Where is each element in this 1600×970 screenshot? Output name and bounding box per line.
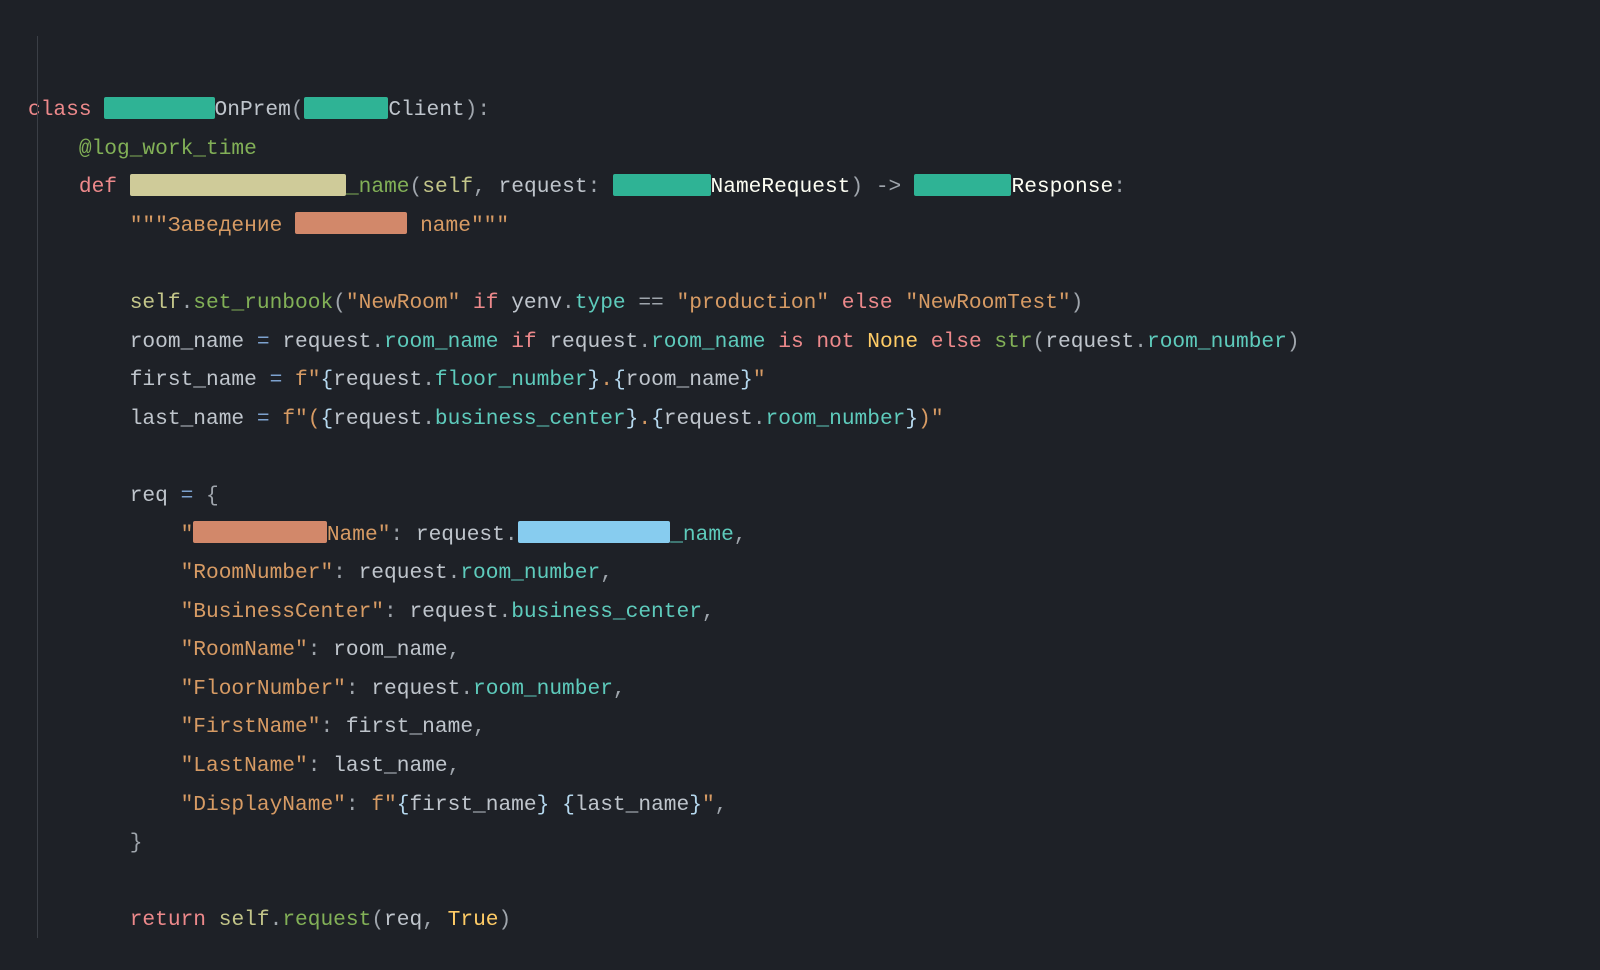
type-response: Response — [1011, 175, 1113, 199]
attr-type: type — [575, 291, 626, 315]
fstring-brace: { — [320, 368, 333, 392]
code-line: "DisplayName": f"{first_name} {last_name… — [28, 793, 727, 817]
code-line: class OnPrem(Client): — [28, 98, 490, 122]
attr-name-suffix: _name — [670, 523, 734, 547]
comma: , — [473, 175, 498, 199]
redaction-box — [193, 521, 327, 543]
dict-key-roomname: "RoomName" — [181, 638, 308, 662]
brace-open: { — [206, 484, 219, 508]
blank-line — [28, 252, 41, 276]
code-line: "RoomNumber": request.room_number, — [28, 561, 613, 585]
class-name-suffix: OnPrem — [215, 98, 291, 122]
dict-key-lastname: "LastName" — [181, 754, 308, 778]
ident-yenv: yenv — [511, 291, 562, 315]
code-line: @log_work_time — [28, 137, 257, 161]
keyword-else: else — [829, 291, 905, 315]
code-line: self.set_runbook("NewRoom" if yenv.type … — [28, 291, 1083, 315]
attr-businesscenter: business_center — [435, 407, 626, 431]
dict-key-name-suffix: Name" — [327, 523, 391, 547]
code-line: "FirstName": first_name, — [28, 715, 486, 739]
builtin-str: str — [994, 330, 1032, 354]
dict-key-displayname: "DisplayName" — [181, 793, 346, 817]
docstring-part2: name""" — [407, 214, 509, 238]
literal-none: None — [867, 330, 918, 354]
redaction-box — [914, 174, 1012, 196]
arrow: ) -> — [850, 175, 914, 199]
keyword-if: if — [498, 330, 549, 354]
code-line: req = { — [28, 484, 219, 508]
keyword-return: return — [130, 908, 206, 932]
paren-open: ( — [410, 175, 423, 199]
decorator: @log_work_time — [79, 137, 257, 161]
keyword-not: not — [816, 330, 867, 354]
dict-key-businesscenter: "BusinessCenter" — [181, 600, 384, 624]
redaction-box — [304, 97, 389, 119]
string-production: "production" — [676, 291, 829, 315]
code-line: "BusinessCenter": request.business_cente… — [28, 600, 715, 624]
close-colon: ): — [465, 98, 490, 122]
colon: : — [588, 175, 613, 199]
dict-key-roomnumber: "RoomNumber" — [181, 561, 334, 585]
dict-key-floornumber: "FloorNumber" — [181, 677, 346, 701]
redaction-box — [130, 174, 346, 196]
code-line: return self.request(req, True) — [28, 908, 511, 932]
code-line: "LastName": last_name, — [28, 754, 460, 778]
code-line: first_name = f"{request.floor_number}.{r… — [28, 368, 766, 392]
code-line: last_name = f"({request.business_center}… — [28, 407, 944, 431]
blank-line — [28, 870, 41, 894]
param-request: request — [499, 175, 588, 199]
literal-true: True — [448, 908, 499, 932]
string-newroomtest: "NewRoomTest" — [905, 291, 1070, 315]
docstring-part1: """Заведение — [130, 214, 295, 238]
attr-floornumber: floor_number — [435, 368, 588, 392]
code-line: def _name(self, request: NameRequest) ->… — [28, 175, 1126, 199]
type-namerequest: NameRequest — [711, 175, 851, 199]
attr-roomnumber: room_number — [1147, 330, 1287, 354]
dict-key-firstname: "FirstName" — [181, 715, 321, 739]
method-set-runbook: set_runbook — [193, 291, 333, 315]
keyword-is: is — [766, 330, 817, 354]
attr-roomname: room_name — [384, 330, 498, 354]
code-line: } — [28, 831, 142, 855]
code-editor[interactable]: class OnPrem(Client): @log_work_time def… — [0, 0, 1600, 970]
code-line: room_name = request.room_name if request… — [28, 330, 1300, 354]
dict-key-quote: " — [181, 523, 194, 547]
f-prefix: f — [295, 368, 308, 392]
op-assign: = — [244, 330, 282, 354]
var-roomname: room_name — [130, 330, 244, 354]
self: self — [422, 175, 473, 199]
keyword-if: if — [460, 291, 511, 315]
var-req: req — [130, 484, 168, 508]
brace-close: } — [130, 831, 143, 855]
blank-line — [28, 445, 41, 469]
method-name-suffix: _name — [346, 175, 410, 199]
op-eq: == — [626, 291, 677, 315]
base-class-suffix: Client — [388, 98, 464, 122]
redaction-box — [613, 174, 711, 196]
colon: : — [1113, 175, 1126, 199]
method-request: request — [282, 908, 371, 932]
self: self — [130, 291, 181, 315]
redaction-box — [295, 212, 407, 234]
var-lastname: last_name — [130, 407, 244, 431]
code-line: """Заведение name""" — [28, 214, 509, 238]
var-firstname: first_name — [130, 368, 257, 392]
keyword-def: def — [79, 175, 130, 199]
code-line: "Name": request._name, — [28, 523, 747, 547]
string-newroom: "NewRoom" — [346, 291, 460, 315]
keyword-else: else — [918, 330, 994, 354]
redaction-box — [518, 521, 671, 543]
code-line: "RoomName": room_name, — [28, 638, 460, 662]
paren-open: ( — [291, 98, 304, 122]
code-line: "FloorNumber": request.room_number, — [28, 677, 626, 701]
redaction-box — [104, 97, 214, 119]
indent-guide — [37, 36, 38, 938]
